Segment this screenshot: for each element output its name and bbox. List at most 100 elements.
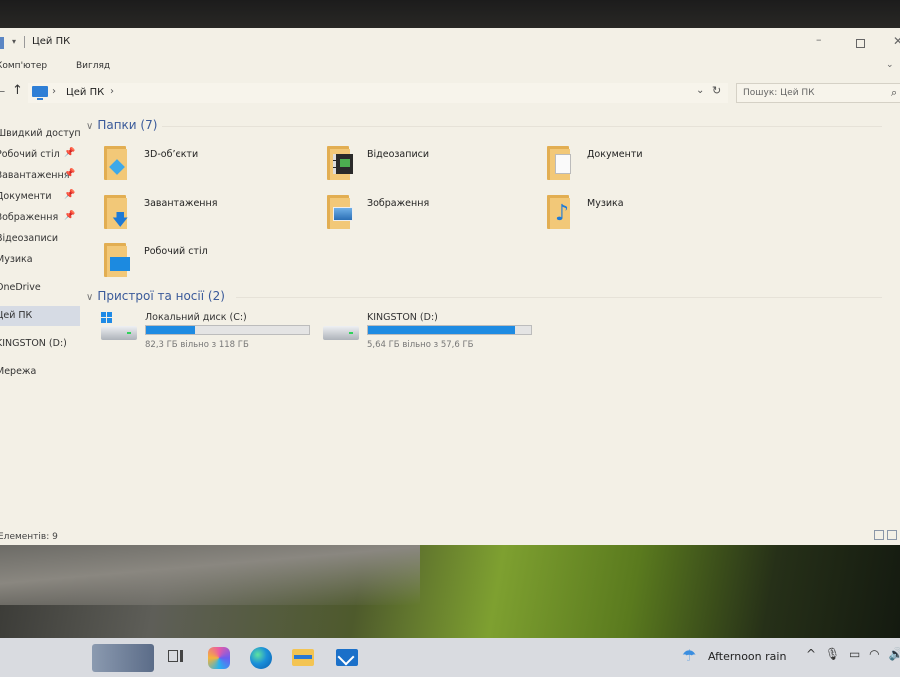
close-button[interactable]: ✕: [893, 34, 900, 48]
address-dropdown-icon[interactable]: ⌄: [696, 85, 704, 96]
speaker-icon[interactable]: 🔊: [888, 647, 900, 661]
sidebar-item-downloads[interactable]: Завантаження 📌: [0, 166, 80, 186]
back-arrow-icon[interactable]: ←: [0, 85, 5, 98]
drive-d[interactable]: KINGSTON (D:) 5,64 ГБ вільно з 57,6 ГБ: [323, 312, 543, 356]
pin-icon: 📌: [64, 211, 76, 221]
copilot-icon[interactable]: [208, 647, 230, 669]
folders-group-header[interactable]: ∨ Папки (7): [86, 118, 157, 132]
sidebar-item-music[interactable]: Музика: [0, 250, 80, 270]
minimize-button[interactable]: –: [816, 33, 822, 46]
ribbon-expand-icon[interactable]: ⌄: [886, 60, 894, 70]
mail-icon[interactable]: [336, 649, 358, 666]
large-icons-view-icon[interactable]: [887, 530, 897, 540]
sidebar-item-label: Цей ПК: [0, 310, 33, 321]
folder-videos[interactable]: Відеозаписи: [327, 146, 547, 186]
group-divider: [162, 126, 882, 127]
search-input[interactable]: Пошук: Цей ПК ⌕: [736, 83, 900, 103]
chevron-down-icon: ∨: [86, 292, 94, 303]
wifi-icon[interactable]: ◠: [869, 647, 879, 661]
pin-icon: 📌: [64, 148, 76, 158]
maximize-button[interactable]: [856, 39, 865, 48]
microphone-icon[interactable]: 🎙: [825, 647, 840, 661]
sidebar-item-label: Мережа: [0, 366, 37, 377]
battery-icon[interactable]: ▭: [849, 647, 860, 661]
rain-weather-icon[interactable]: ☂: [682, 646, 696, 665]
devices-group-header[interactable]: ∨ Пристрої та носії (2): [86, 289, 225, 303]
sidebar-item-this-pc[interactable]: Цей ПК: [0, 306, 80, 326]
tab-view[interactable]: Вигляд: [76, 61, 110, 71]
refresh-icon[interactable]: ↻: [712, 84, 721, 97]
drive-free-space: 82,3 ГБ вільно з 118 ГБ: [145, 340, 249, 350]
folder-music[interactable]: ♪ Музика: [547, 195, 767, 235]
breadcrumb-this-pc[interactable]: Цей ПК: [66, 87, 104, 98]
navigation-pane: Швидкий доступ Робочий стіл 📌 Завантажен…: [0, 118, 81, 545]
drive-usage-bar: [367, 325, 532, 335]
status-bar: Елементів: 9: [0, 528, 900, 545]
sidebar-item-label: Музика: [0, 254, 33, 265]
sidebar-item-documents[interactable]: Документи 📌: [0, 187, 80, 207]
group-divider: [236, 297, 882, 298]
breadcrumb-separator-icon[interactable]: ›: [52, 86, 56, 97]
sidebar-item-label: OneDrive: [0, 282, 41, 293]
sidebar-item-label: Завантаження: [0, 170, 70, 181]
screen-bezel: [0, 0, 900, 30]
folder-name: Зображення: [367, 198, 430, 209]
folder-3d-objects[interactable]: 3D-об’єкти: [104, 146, 324, 186]
sidebar-item-network[interactable]: Мережа: [0, 362, 80, 382]
wallpaper-rock: [0, 545, 420, 605]
music-folder-icon: ♪: [547, 195, 573, 229]
desktop-folder-icon: [104, 243, 130, 277]
title-separator: [24, 36, 25, 48]
usb-drive-icon: [323, 326, 359, 340]
video-folder-icon: [327, 146, 353, 180]
pictures-folder-icon: [327, 195, 353, 229]
sidebar-item-pictures[interactable]: Зображення 📌: [0, 208, 80, 228]
file-explorer-icon[interactable]: [292, 649, 314, 666]
sidebar-item-onedrive[interactable]: OneDrive: [0, 278, 80, 298]
edge-browser-icon[interactable]: [250, 647, 272, 669]
address-row: ← ↑ › Цей ПК › ⌄ ↻ Пошук: Цей ПК ⌕: [0, 81, 900, 105]
details-view-icon[interactable]: [874, 530, 884, 540]
group-title: Пристрої та носії (2): [97, 289, 225, 303]
folder-pictures[interactable]: Зображення: [327, 195, 547, 235]
folder-icon[interactable]: [0, 37, 4, 49]
sidebar-item-kingston[interactable]: KINGSTON (D:): [0, 334, 80, 354]
drive-name: KINGSTON (D:): [367, 312, 438, 323]
item-count: Елементів: 9: [0, 532, 58, 542]
folder-name: 3D-об’єкти: [144, 149, 199, 160]
file-explorer-window: ▾ Цей ПК – ✕ Комп'ютер Вигляд ⌄ ← ↑ › Це…: [0, 28, 900, 545]
up-arrow-icon[interactable]: ↑: [12, 83, 23, 98]
folder-name: Відеозаписи: [367, 149, 430, 160]
drive-usage-bar: [145, 325, 310, 335]
tab-computer[interactable]: Комп'ютер: [0, 61, 47, 71]
quick-access-toolbar-arrow[interactable]: ▾: [12, 37, 16, 46]
title-bar: ▾ Цей ПК – ✕: [0, 28, 900, 58]
sidebar-item-quick-access[interactable]: Швидкий доступ: [0, 124, 81, 144]
folder-desktop[interactable]: Робочий стіл: [104, 243, 324, 283]
folder-name: Музика: [587, 198, 624, 209]
sidebar-item-label: Відеозаписи: [0, 233, 59, 244]
sidebar-item-label: Швидкий доступ: [0, 128, 81, 139]
address-bar[interactable]: › Цей ПК › ⌄ ↻: [28, 83, 728, 103]
downloads-folder-icon: 🡇: [104, 195, 130, 229]
sidebar-item-videos[interactable]: Відеозаписи: [0, 229, 80, 249]
folder-name: Робочий стіл: [144, 246, 208, 257]
sidebar-item-desktop[interactable]: Робочий стіл 📌: [0, 145, 80, 165]
breadcrumb-separator-icon[interactable]: ›: [110, 86, 114, 97]
folder-downloads[interactable]: 🡇 Завантаження: [104, 195, 324, 235]
task-view-icon[interactable]: [168, 648, 184, 664]
window-title: Цей ПК: [32, 36, 71, 47]
view-toggle[interactable]: [874, 528, 900, 542]
search-placeholder: Пошук: Цей ПК: [743, 88, 815, 98]
ribbon-menu: Комп'ютер Вигляд ⌄: [0, 58, 900, 78]
computer-icon: [32, 86, 48, 100]
drive-c[interactable]: Локальний диск (C:) 82,3 ГБ вільно з 118…: [101, 312, 321, 356]
weather-text[interactable]: Afternoon rain: [708, 650, 786, 663]
widgets-button[interactable]: [92, 644, 154, 672]
chevron-down-icon: ∨: [86, 121, 94, 132]
tray-chevron-icon[interactable]: ^: [806, 647, 816, 661]
desktop-wallpaper: [0, 545, 900, 638]
search-icon[interactable]: ⌕: [891, 86, 897, 100]
folder-documents[interactable]: Документи: [547, 146, 767, 186]
sidebar-item-label: KINGSTON (D:): [0, 338, 67, 349]
